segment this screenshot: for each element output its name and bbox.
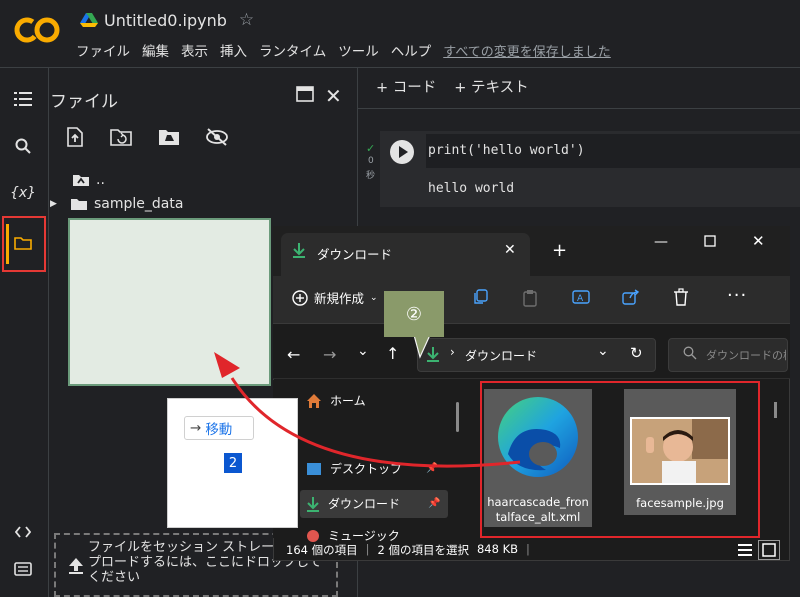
step-callout: ②	[384, 291, 444, 337]
